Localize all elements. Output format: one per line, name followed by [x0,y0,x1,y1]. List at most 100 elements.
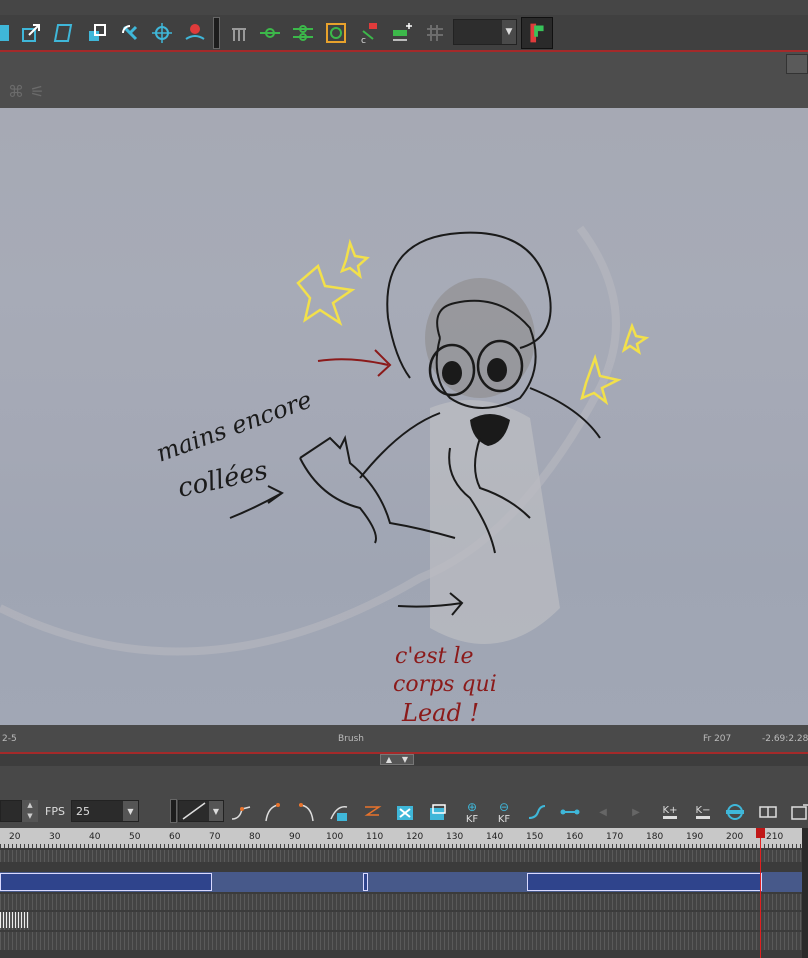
annotation-left-line2: collées [175,456,270,504]
left-pupil [442,361,462,385]
rotate-tool-button[interactable] [115,18,145,48]
onion-skin-button[interactable] [721,798,749,826]
frame-input[interactable] [0,800,22,822]
exposure-block[interactable] [363,873,368,891]
add-keyframe-label: KF [465,813,479,825]
pivot-tool-button[interactable] [147,18,177,48]
ruler-label: 210 [766,832,784,842]
set-key-button[interactable] [326,798,354,826]
expand-button[interactable] [786,798,808,826]
track-row[interactable] [0,850,808,862]
toolbar-top-strip [0,0,808,15]
motion-button[interactable] [358,798,386,826]
playhead-handle[interactable] [756,828,765,838]
ruler-label: 50 [129,832,141,842]
exposure-block[interactable] [0,873,212,891]
envelope-button[interactable] [321,18,351,48]
chevron-down-icon[interactable]: ▼ [402,755,408,764]
green-flag-button[interactable] [521,17,553,49]
ruler-label: 190 [686,832,704,842]
annotation-bottom-line1: c'est le [395,644,474,669]
ruler-label: 180 [646,832,664,842]
pivot-icon [152,23,172,43]
hair-stroke-2 [387,317,411,379]
panel-tab[interactable] [786,54,808,74]
linear-curve-icon [182,802,206,820]
green-flag-icon [530,23,544,43]
timeline-ruler[interactable]: 20 30 40 50 60 70 80 90 100 110 120 130 … [0,828,808,848]
hold-button[interactable] [556,798,584,826]
hand-tool-button[interactable] [224,18,254,48]
add-keyframe-timeline-button[interactable]: ⊕ KF [458,798,486,826]
camera-icon[interactable]: ⌘ [8,82,30,101]
track-row[interactable] [0,912,808,930]
skew-icon [53,24,73,42]
split-view-button[interactable] [754,798,782,826]
color-picker-button[interactable]: c [354,18,384,48]
transform-icon [89,24,106,41]
ruler-label: 70 [209,832,221,842]
status-frame: Fr 207 [703,734,732,744]
chevron-down-icon[interactable]: ▼ [502,20,516,44]
curve-point-button[interactable] [255,18,285,48]
frame-stepper[interactable]: ▲ ▼ [22,800,38,822]
curve-point-icon [260,28,280,38]
scale-tool-button[interactable] [16,18,46,48]
track-row[interactable] [0,932,808,950]
add-keyframe-icon [393,23,412,41]
fps-select[interactable]: 25 ▼ [71,800,139,822]
ruler-label: 120 [406,832,424,842]
clone-button[interactable] [424,798,452,826]
chevron-down-icon[interactable]: ▼ [209,801,223,821]
main-toolbar: c ▼ [0,0,808,50]
status-coords: -2.69:2.28 [762,734,808,744]
remove-key-button[interactable]: K− [689,798,717,826]
envelope-icon [326,23,346,43]
ease-in-out-button[interactable] [292,798,320,826]
collapse-toggle[interactable]: ▲ ▼ [380,754,414,765]
scale-icon [22,24,40,42]
ruler-label: 100 [326,832,344,842]
prev-keyframe-button[interactable]: ◀ [589,798,617,826]
star-1 [296,263,356,327]
linear-button[interactable] [523,798,551,826]
add-keyframe-button[interactable] [387,18,417,48]
bone-icon[interactable]: ⚟ [30,82,50,101]
ease-in-button[interactable] [227,798,255,826]
ease-out-button[interactable] [259,798,287,826]
annotation-bottom-line3: Lead ! [401,699,479,725]
next-keyframe-button[interactable]: ▶ [622,798,650,826]
grid-button[interactable] [420,18,450,48]
track-keyframes[interactable] [0,912,28,928]
ruler-label: 40 [89,832,101,842]
add-drawing-button[interactable] [391,798,419,826]
bone-chain-button[interactable] [288,18,318,48]
drawing-canvas[interactable]: mains encore collées c'est le corps qui … [0,108,808,725]
remove-keyframe-label: KF [497,813,511,825]
star-4 [621,322,650,355]
chevron-down-icon[interactable]: ▼ [123,801,138,821]
interpolation-select[interactable]: ▼ [178,800,224,822]
track-row[interactable] [0,894,808,910]
remove-keyframe-button[interactable]: ⊖ KF [490,798,518,826]
motion-icon [364,806,382,816]
arrow-to-hands-head [267,485,284,504]
bone-chain-icon [293,25,313,41]
transform-tool-button[interactable] [82,18,112,48]
color-picker-icon: c [361,23,377,45]
skew-tool-button[interactable] [48,18,78,48]
hand-icon [232,28,246,41]
panel-splitter[interactable]: ▲ ▼ [0,754,808,766]
deform-tool-button[interactable] [180,18,210,48]
exposure-block[interactable] [527,873,762,891]
annotation-left-line1: mains encore [152,385,315,467]
ruler-label: 160 [566,832,584,842]
add-key-button[interactable]: K+ [656,798,684,826]
ruler-label: 90 [289,832,301,842]
toolbar-dropdown[interactable]: ▼ [453,19,517,45]
playhead[interactable] [760,828,761,958]
left-arm [359,412,441,479]
chevron-up-icon[interactable]: ▲ [386,755,392,764]
timeline-scrollbar[interactable] [802,828,808,958]
timeline-tracks[interactable] [0,848,808,958]
